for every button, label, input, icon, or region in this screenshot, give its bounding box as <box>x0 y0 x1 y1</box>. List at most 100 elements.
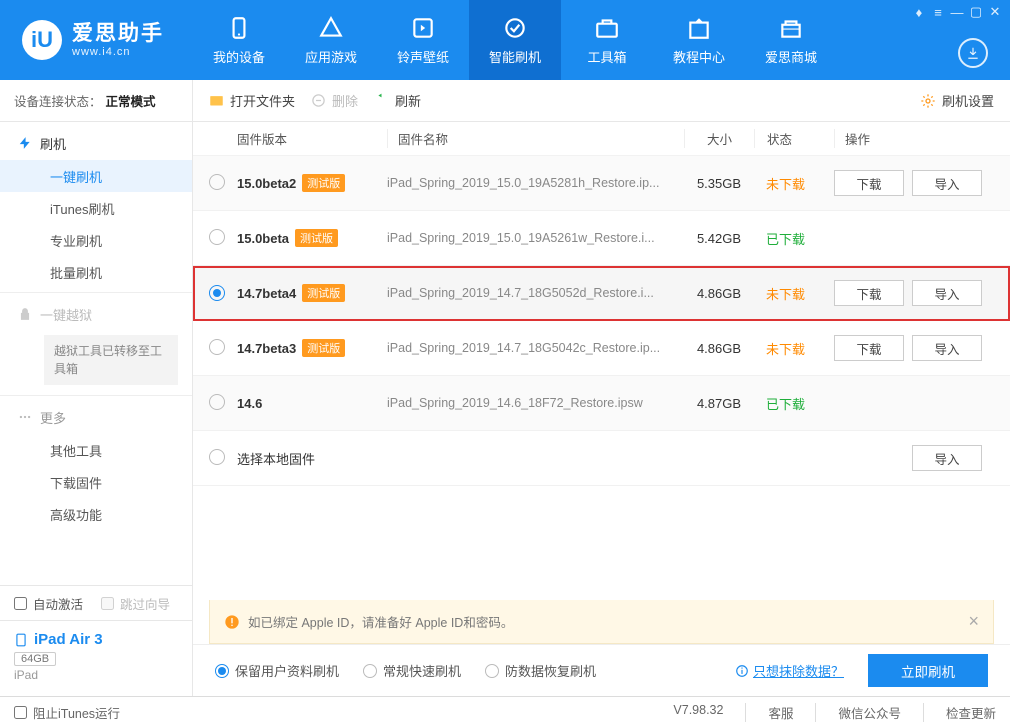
close-notice-button[interactable]: × <box>968 611 979 632</box>
nav-icon <box>226 15 252 41</box>
logo-icon: iU <box>22 20 62 60</box>
row-version: 14.7beta3测试版 <box>237 339 387 357</box>
refresh-button[interactable]: 刷新 <box>374 91 421 110</box>
nav-3[interactable]: 智能刷机 <box>469 0 561 80</box>
nav-4[interactable]: 工具箱 <box>561 0 653 80</box>
row-status: 未下载 <box>754 284 834 303</box>
col-action: 操作 <box>834 129 994 148</box>
block-itunes-checkbox[interactable]: 阻止iTunes运行 <box>14 703 120 722</box>
sidebar-section-title[interactable]: 一键越狱 <box>0 297 192 331</box>
import-button[interactable]: 导入 <box>912 335 982 361</box>
device-capacity: 64GB <box>14 652 56 666</box>
firmware-row[interactable]: 14.7beta3测试版iPad_Spring_2019_14.7_18G504… <box>193 321 1010 376</box>
close-icon[interactable]: ✕ <box>986 5 1004 19</box>
col-size: 大小 <box>684 129 754 148</box>
footer: 阻止iTunes运行 V7.98.32 客服 微信公众号 检查更新 <box>0 696 1010 728</box>
local-label: 选择本地固件 <box>237 449 387 468</box>
row-version: 15.0beta测试版 <box>237 229 387 247</box>
flash-opt-normal[interactable]: 常规快速刷机 <box>363 661 461 680</box>
app-logo[interactable]: iU 爱思助手 www.i4.cn <box>0 0 193 80</box>
row-status: 已下载 <box>754 229 834 248</box>
import-button[interactable]: 导入 <box>912 445 982 471</box>
menu-icon[interactable]: ≡ <box>929 5 947 19</box>
sidebar-item[interactable]: 一键刷机 <box>0 160 192 192</box>
download-button[interactable]: 下载 <box>834 280 904 306</box>
sidebar-item[interactable]: 其他工具 <box>0 434 192 466</box>
device-info: iPad Air 3 64GB iPad <box>0 620 192 696</box>
nav-5[interactable]: 教程中心 <box>653 0 745 80</box>
firmware-row[interactable]: 15.0beta测试版iPad_Spring_2019_15.0_19A5261… <box>193 211 1010 266</box>
row-radio[interactable] <box>209 449 225 465</box>
dots-icon <box>18 410 32 424</box>
open-folder-button[interactable]: 打开文件夹 <box>209 91 295 110</box>
check-update-link[interactable]: 检查更新 <box>923 703 996 722</box>
gear-icon <box>920 93 936 109</box>
row-radio[interactable] <box>209 339 225 355</box>
flash-opt-keep[interactable]: 保留用户资料刷机 <box>215 661 339 680</box>
sidebar: 设备连接状态：正常模式 刷机 一键刷机iTunes刷机专业刷机批量刷机 一键越狱… <box>0 80 193 696</box>
row-radio[interactable] <box>209 229 225 245</box>
nav-icon <box>686 15 712 41</box>
nav-1[interactable]: 应用游戏 <box>285 0 377 80</box>
nav-6[interactable]: 爱思商城 <box>745 0 837 80</box>
flash-settings-button[interactable]: 刷机设置 <box>920 91 994 110</box>
delete-button[interactable]: 删除 <box>311 91 358 110</box>
apple-id-notice: 如已绑定 Apple ID，请准备好 Apple ID和密码。 × <box>209 600 994 644</box>
sidebar-section-title[interactable]: 刷机 <box>0 126 192 160</box>
row-version: 14.6 <box>237 396 387 411</box>
row-version: 15.0beta2测试版 <box>237 174 387 192</box>
import-button[interactable]: 导入 <box>912 280 982 306</box>
download-manager-button[interactable] <box>958 38 988 68</box>
row-filename: iPad_Spring_2019_14.7_18G5042c_Restore.i… <box>387 341 684 355</box>
flash-now-button[interactable]: 立即刷机 <box>868 654 988 687</box>
sidebar-item[interactable]: 批量刷机 <box>0 256 192 288</box>
warning-icon <box>224 614 240 630</box>
row-filename: iPad_Spring_2019_14.6_18F72_Restore.ipsw <box>387 396 684 410</box>
row-radio[interactable] <box>209 174 225 190</box>
firmware-row[interactable]: 15.0beta2测试版iPad_Spring_2019_15.0_19A528… <box>193 156 1010 211</box>
sidebar-item[interactable]: 下载固件 <box>0 466 192 498</box>
firmware-row[interactable]: 14.6iPad_Spring_2019_14.6_18F72_Restore.… <box>193 376 1010 431</box>
skip-guide-checkbox[interactable]: 跳过向导 <box>101 594 170 613</box>
erase-data-link[interactable]: 只想抹除数据？ <box>735 661 844 680</box>
row-size: 5.35GB <box>684 176 754 191</box>
row-actions: 下载导入 <box>834 280 994 306</box>
auto-activate-checkbox[interactable]: 自动激活 <box>14 594 83 613</box>
app-version: V7.98.32 <box>673 703 723 722</box>
nav-icon <box>594 15 620 41</box>
nav-0[interactable]: 我的设备 <box>193 0 285 80</box>
wechat-link[interactable]: 微信公众号 <box>815 703 901 722</box>
minimize-icon[interactable]: — <box>948 5 966 19</box>
maximize-icon[interactable]: ▢ <box>967 5 985 19</box>
nav-icon <box>778 15 804 41</box>
brand-name: 爱思助手 <box>72 22 164 45</box>
local-firmware-row[interactable]: 选择本地固件 导入 <box>193 431 1010 486</box>
window-controls: ♦ ≡ — ▢ ✕ <box>910 5 1004 19</box>
device-model: iPad <box>14 668 178 682</box>
sidebar-section-title[interactable]: 更多 <box>0 400 192 434</box>
row-size: 4.87GB <box>684 396 754 411</box>
shirt-icon[interactable]: ♦ <box>910 5 928 19</box>
sidebar-item[interactable]: iTunes刷机 <box>0 192 192 224</box>
row-radio[interactable] <box>209 285 225 301</box>
nav-icon <box>502 15 528 41</box>
support-link[interactable]: 客服 <box>745 703 793 722</box>
firmware-row[interactable]: 14.7beta4测试版iPad_Spring_2019_14.7_18G505… <box>193 266 1010 321</box>
row-status: 未下载 <box>754 339 834 358</box>
download-button[interactable]: 下载 <box>834 170 904 196</box>
col-version: 固件版本 <box>237 129 387 148</box>
table-header: 固件版本 固件名称 大小 状态 操作 <box>193 122 1010 156</box>
import-button[interactable]: 导入 <box>912 170 982 196</box>
delete-icon <box>311 93 326 108</box>
tablet-icon <box>14 633 28 647</box>
sidebar-options: 自动激活 跳过向导 <box>0 586 192 620</box>
sidebar-item[interactable]: 专业刷机 <box>0 224 192 256</box>
lock-icon <box>18 307 32 321</box>
download-button[interactable]: 下载 <box>834 335 904 361</box>
row-radio[interactable] <box>209 394 225 410</box>
flash-opt-antirecover[interactable]: 防数据恢复刷机 <box>485 661 596 680</box>
sidebar-item[interactable]: 高级功能 <box>0 498 192 530</box>
sidebar-section-more: 更多 其他工具下载固件高级功能 <box>0 396 192 534</box>
nav-2[interactable]: 铃声壁纸 <box>377 0 469 80</box>
sidebar-section-jailbreak: 一键越狱 越狱工具已转移至工具箱 <box>0 293 192 396</box>
